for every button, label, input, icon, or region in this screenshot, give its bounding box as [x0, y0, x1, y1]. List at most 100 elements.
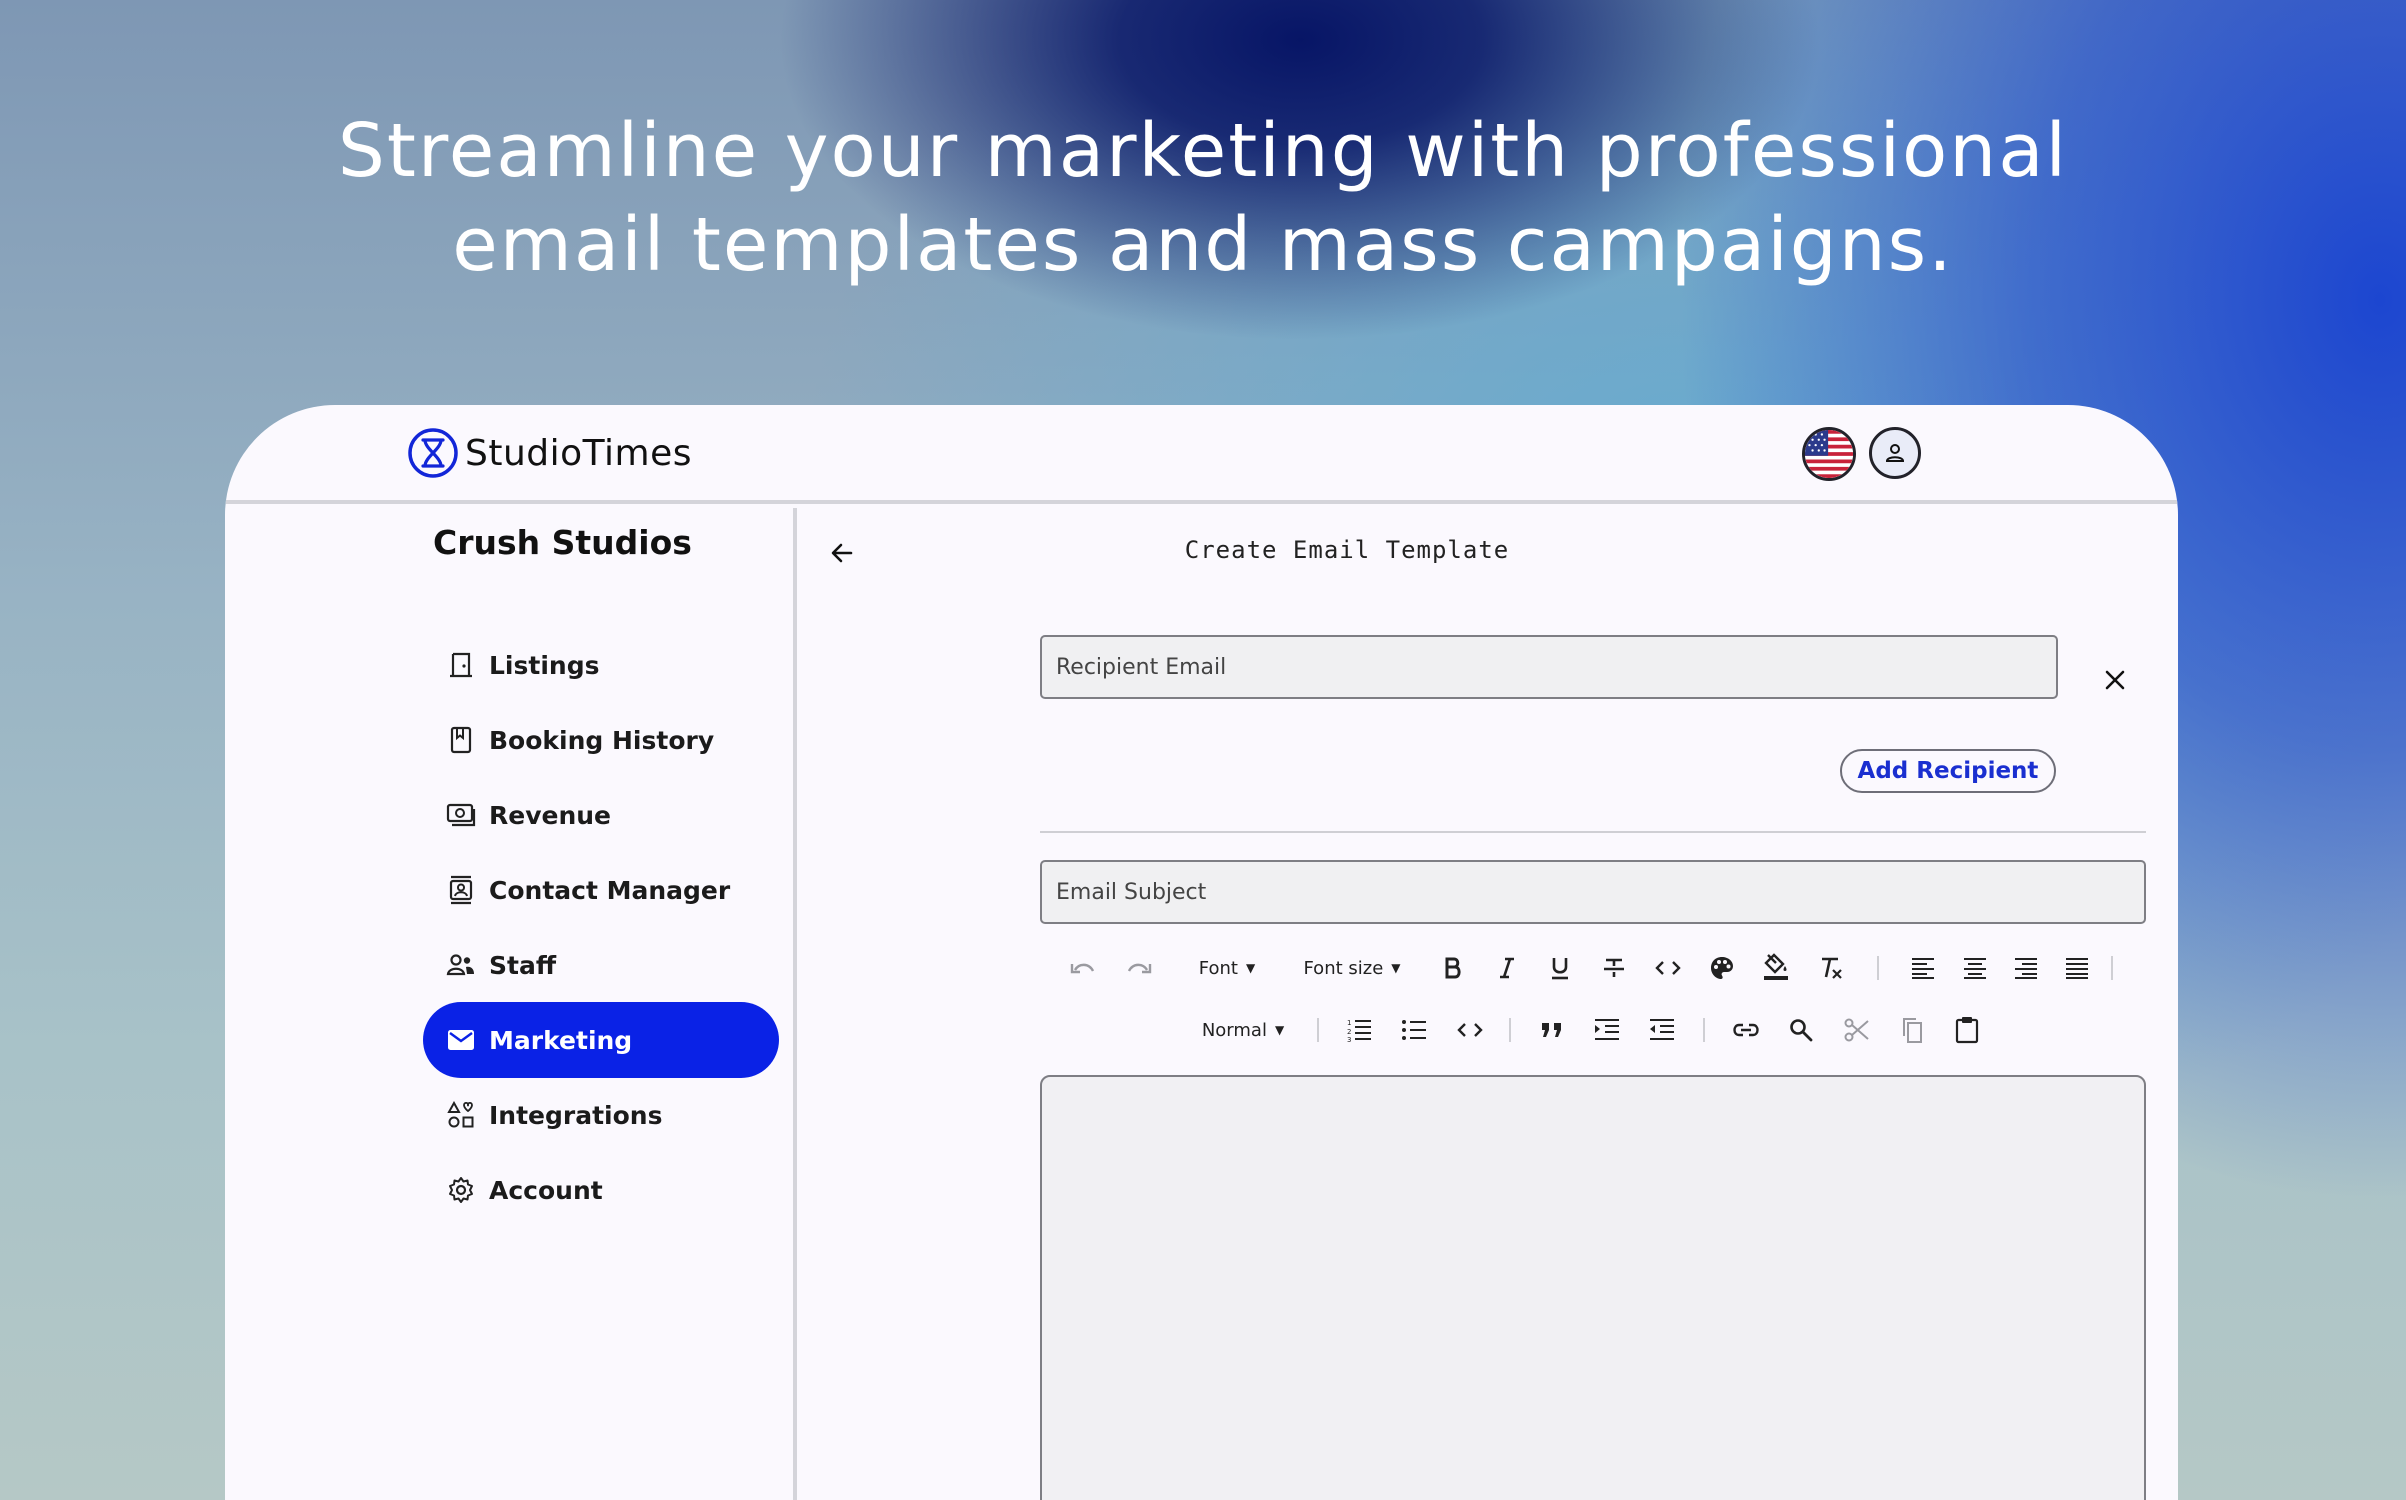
clear-format-icon	[1822, 957, 1842, 979]
section-divider	[1040, 831, 2146, 833]
text-color-button[interactable]	[1702, 948, 1742, 988]
bold-button[interactable]	[1433, 948, 1473, 988]
bullet-list-icon	[1402, 1020, 1426, 1040]
close-icon	[2105, 670, 2125, 690]
sidebar-item-staff[interactable]: Staff	[423, 927, 779, 1003]
strikethrough-button[interactable]	[1594, 948, 1634, 988]
inline-code-button[interactable]	[1648, 948, 1688, 988]
sidebar-item-label: Account	[489, 1175, 603, 1205]
remove-recipient-button[interactable]	[2095, 660, 2135, 700]
block-type-label: Normal	[1201, 1019, 1267, 1041]
align-right-button[interactable]	[2006, 948, 2046, 988]
indent-icon	[1595, 1019, 1619, 1040]
book-icon	[445, 724, 477, 756]
search-icon	[1790, 1019, 1813, 1042]
clear-formatting-button[interactable]	[1810, 948, 1850, 988]
mail-icon	[445, 1024, 477, 1056]
contacts-icon	[445, 874, 477, 906]
underline-icon	[1552, 958, 1568, 980]
page-title: Create Email Template	[1184, 536, 1510, 564]
font-size-label: Font size	[1303, 957, 1384, 979]
svg-text:1: 1	[1347, 1019, 1351, 1027]
svg-text:3: 3	[1347, 1036, 1351, 1042]
sidebar-item-label: Integrations	[489, 1100, 663, 1130]
align-center-icon	[1964, 958, 1986, 979]
toolbar-separator	[1877, 956, 1879, 980]
sidebar-item-label: Listings	[489, 650, 600, 680]
copy-icon	[1903, 1018, 1922, 1043]
italic-icon	[1500, 957, 1514, 979]
sidebar-item-integrations[interactable]: Integrations	[423, 1077, 779, 1153]
palette-icon	[1711, 957, 1733, 979]
sidebar-item-account[interactable]: Account	[423, 1152, 779, 1228]
us-flag-icon[interactable]	[1802, 427, 1856, 481]
sidebar-item-label: Booking History	[489, 725, 715, 755]
app-window: StudioTimes Crush Studios Listings Booki…	[225, 405, 2178, 1500]
headline-line-1: Streamline your marketing with professio…	[337, 108, 2069, 194]
brand-name: StudioTimes	[465, 432, 693, 474]
studio-name: Crush Studios	[433, 523, 692, 562]
chevron-down-icon: ▼	[1245, 961, 1256, 975]
blockquote-button[interactable]	[1532, 1010, 1572, 1050]
add-recipient-button[interactable]: Add Recipient	[1840, 749, 2056, 793]
toolbar-separator	[1317, 1018, 1319, 1042]
numbered-list-button[interactable]: 123	[1339, 1010, 1379, 1050]
strikethrough-icon	[1604, 958, 1624, 977]
people-icon	[445, 949, 477, 981]
cut-button[interactable]	[1837, 1010, 1877, 1050]
email-subject-input[interactable]	[1040, 860, 2146, 924]
block-type-select[interactable]: Normal ▼	[1193, 1010, 1293, 1050]
undo-icon	[1070, 963, 1095, 974]
undo-button[interactable]	[1063, 948, 1103, 988]
code-icon	[1655, 961, 1681, 975]
outdent-button[interactable]	[1642, 1010, 1682, 1050]
account-button[interactable]	[1869, 427, 1921, 479]
code-icon	[1457, 1023, 1483, 1037]
font-family-label: Font	[1198, 957, 1238, 979]
italic-button[interactable]	[1487, 948, 1527, 988]
numbered-list-icon: 123	[1347, 1019, 1371, 1042]
sidebar-item-contact-manager[interactable]: Contact Manager	[423, 852, 779, 928]
redo-button[interactable]	[1119, 948, 1159, 988]
highlight-color-button[interactable]	[1756, 944, 1796, 988]
copy-button[interactable]	[1892, 1010, 1932, 1050]
hourglass-icon	[408, 428, 458, 478]
font-family-select[interactable]: Font ▼	[1192, 948, 1262, 988]
sidebar-item-listings[interactable]: Listings	[423, 627, 779, 703]
headline-line-2: email templates and mass campaigns.	[452, 202, 1954, 288]
code-block-button[interactable]	[1450, 1010, 1490, 1050]
align-justify-button[interactable]	[2057, 948, 2097, 988]
sidebar-item-label: Staff	[489, 950, 557, 980]
sidebar-item-revenue[interactable]: Revenue	[423, 777, 779, 853]
email-body-editor[interactable]	[1040, 1075, 2146, 1500]
cash-icon	[445, 799, 477, 831]
indent-button[interactable]	[1587, 1010, 1627, 1050]
chevron-down-icon: ▼	[1391, 961, 1401, 975]
marketing-headline: Streamline your marketing with professio…	[0, 104, 2406, 292]
chevron-down-icon: ▼	[1274, 1023, 1285, 1037]
search-button[interactable]	[1781, 1010, 1821, 1050]
toolbar-separator	[1509, 1018, 1511, 1042]
paint-bucket-icon	[1764, 953, 1788, 980]
insert-link-button[interactable]	[1726, 1010, 1766, 1050]
bold-icon	[1445, 957, 1461, 979]
scissors-icon	[1844, 1018, 1869, 1042]
toolbar-separator	[2111, 956, 2113, 980]
toolbar-separator	[1703, 1018, 1705, 1042]
bullet-list-button[interactable]	[1394, 1010, 1434, 1050]
font-size-select[interactable]: Font size ▼	[1297, 948, 1407, 988]
sidebar-item-label: Revenue	[489, 800, 612, 830]
align-left-button[interactable]	[1903, 948, 1943, 988]
gear-icon	[445, 1174, 477, 1206]
align-center-button[interactable]	[1955, 948, 1995, 988]
recipient-email-input[interactable]	[1040, 635, 2058, 699]
align-justify-icon	[2066, 958, 2088, 979]
svg-text:2: 2	[1347, 1028, 1351, 1036]
paste-button[interactable]	[1947, 1010, 1987, 1050]
sidebar-item-marketing[interactable]: Marketing	[423, 1002, 779, 1078]
brand-logo[interactable]: StudioTimes	[407, 427, 692, 479]
underline-button[interactable]	[1540, 948, 1580, 988]
clipboard-icon	[1955, 1017, 1979, 1044]
sidebar-item-label: Marketing	[489, 1025, 633, 1055]
sidebar-item-booking-history[interactable]: Booking History	[423, 702, 779, 778]
